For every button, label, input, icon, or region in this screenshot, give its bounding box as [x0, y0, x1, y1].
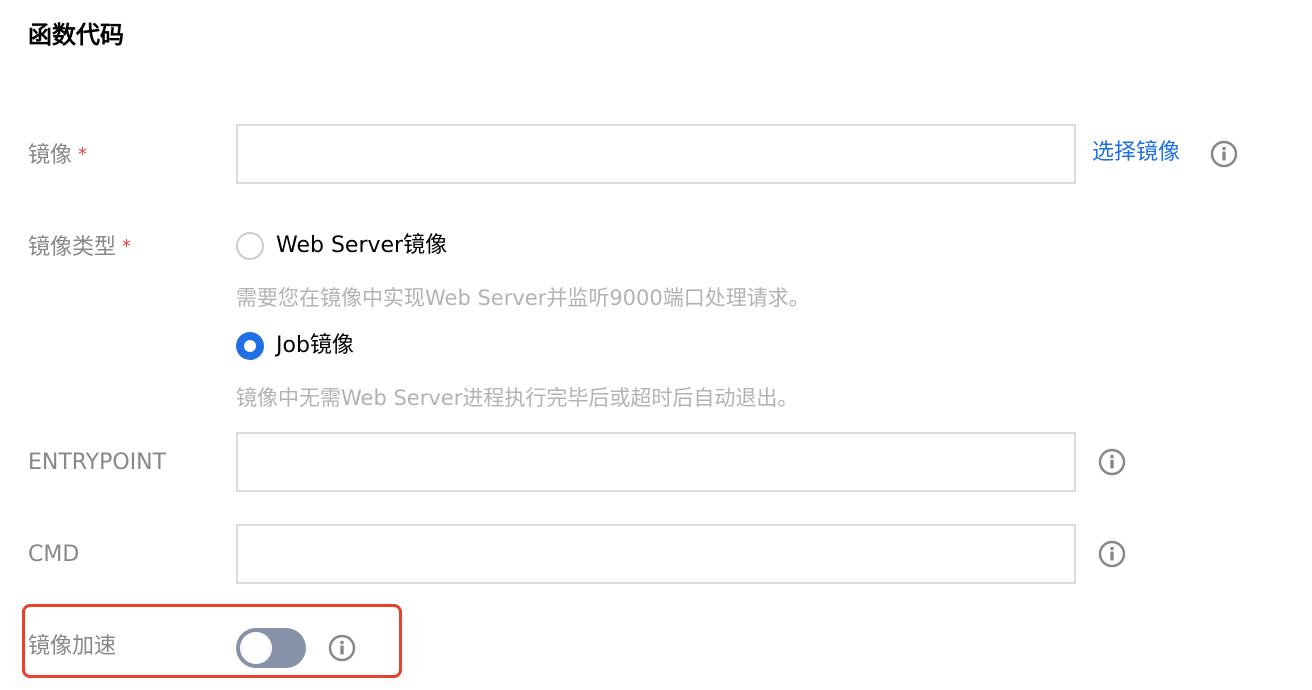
radio-label: Web Server镜像: [276, 233, 448, 258]
acceleration-label: 镜像加速: [28, 634, 117, 659]
image-type-label-text: 镜像类型: [28, 235, 117, 260]
entrypoint-input[interactable]: [236, 432, 1076, 492]
required-mark: *: [78, 144, 88, 165]
info-circle-icon[interactable]: [327, 633, 357, 663]
entrypoint-label: ENTRYPOINT: [28, 450, 167, 475]
job-description: 镜像中无需Web Server进程执行完毕后或超时后自动退出。: [236, 386, 799, 410]
section-title: 函数代码: [28, 21, 124, 49]
toggle-knob: [240, 632, 272, 664]
acceleration-toggle[interactable]: [236, 628, 306, 668]
image-type-label: 镜像类型 *: [28, 232, 131, 263]
radio-job[interactable]: Job镜像: [236, 329, 354, 363]
image-label: 镜像 *: [28, 140, 87, 171]
cmd-input[interactable]: [236, 524, 1076, 584]
web-server-description: 需要您在镜像中实现Web Server并监听9000端口处理请求。: [236, 286, 810, 310]
info-circle-icon[interactable]: [1097, 447, 1127, 477]
select-image-link[interactable]: 选择镜像: [1092, 138, 1180, 168]
required-mark: *: [122, 236, 132, 257]
cmd-label: CMD: [28, 542, 80, 567]
radio-label: Job镜像: [276, 333, 354, 358]
radio-button-checked[interactable]: [236, 332, 264, 360]
image-label-text: 镜像: [28, 143, 73, 168]
radio-web-server[interactable]: Web Server镜像: [236, 229, 447, 263]
function-code-form: 函数代码 镜像 * 选择镜像 镜像类型 * Web Server镜像 需要您在镜像中…: [0, 0, 1312, 690]
radio-button[interactable]: [236, 232, 264, 260]
info-circle-icon[interactable]: [1097, 539, 1127, 569]
image-input[interactable]: [236, 124, 1076, 184]
info-circle-icon[interactable]: [1209, 139, 1239, 169]
